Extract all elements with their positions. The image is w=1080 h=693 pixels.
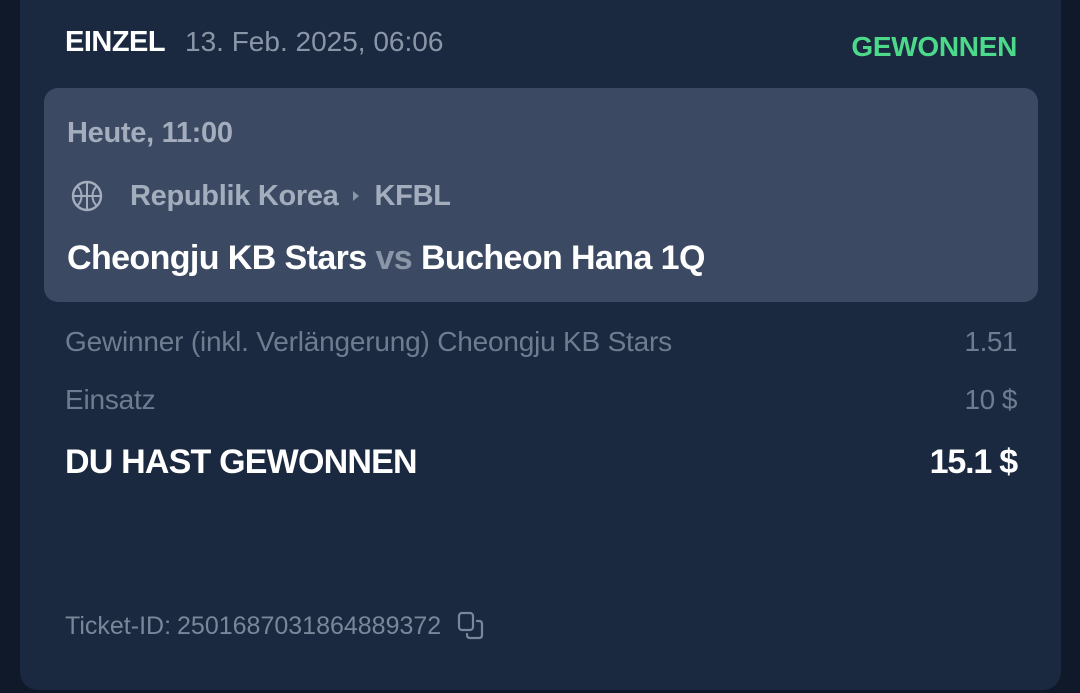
home-team: Cheongju KB Stars [67,239,367,277]
bet-type-label: EINZEL [65,26,166,58]
bet-header: EINZEL 13. Feb. 2025, 06:06 GEWONNEN [65,24,1017,64]
bet-status-badge: GEWONNEN [851,31,1017,62]
event-league-breadcrumb: Republik Korea KFBL [71,178,451,214]
event-country: Republik Korea [130,179,339,212]
selection-market: Gewinner (inkl. Verlängerung) Cheongju K… [65,326,672,357]
winnings-value: 15.1 $ [929,443,1019,481]
stake-label: Einsatz [65,384,156,415]
copy-icon[interactable] [455,610,487,642]
event-matchup: Cheongju KB Stars vs Bucheon Hana 1Q [67,239,705,278]
selection-row: Gewinner (inkl. Verlängerung) Cheongju K… [65,326,1017,366]
caret-right-icon [352,191,359,201]
event-league: KFBL [374,179,451,212]
event-box[interactable]: Heute, 11:00 Republik Korea KFBL Cheongj… [44,88,1038,302]
stake-row: Einsatz 10 $ [65,384,1017,424]
vs-separator: vs [375,239,413,277]
winnings-label: DU HAST GEWONNEN [65,443,418,481]
event-time: Heute, 11:00 [67,117,233,149]
winnings-row: DU HAST GEWONNEN 15.1 $ [65,443,1019,483]
basketball-icon [71,180,103,212]
ticket-id-value: 2501687031864889372 [177,611,442,640]
ticket-id-label: Ticket-ID: [65,611,172,640]
selection-odds: 1.51 [964,326,1018,357]
ticket-id-row: Ticket-ID: 2501687031864889372 [65,608,487,644]
away-team: Bucheon Hana 1Q [420,239,705,277]
stake-value: 10 $ [964,384,1018,415]
bet-date: 13. Feb. 2025, 06:06 [185,26,444,57]
